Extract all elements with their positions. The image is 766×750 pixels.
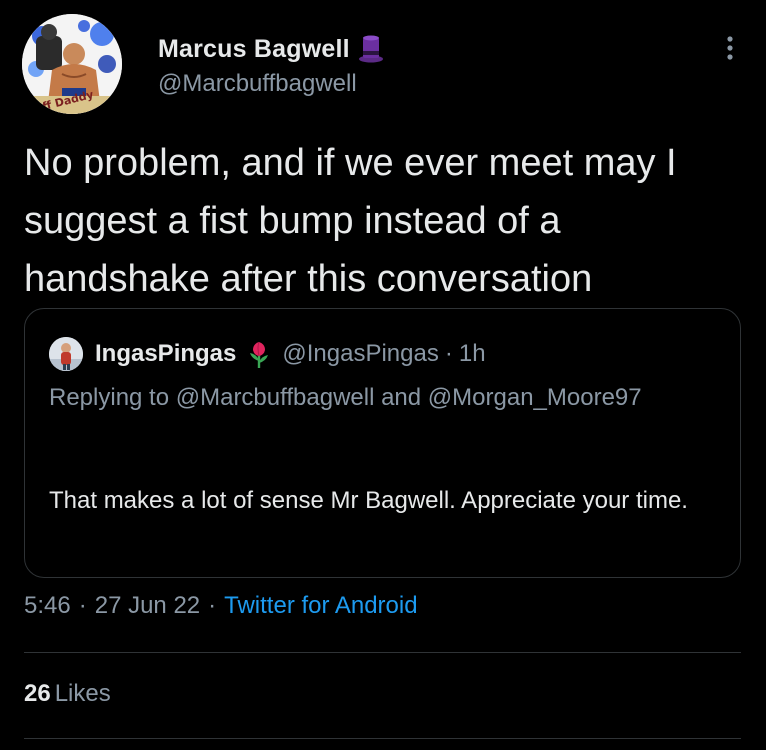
tweet-header: Buff Daddy Marcus Bagwell @Marcbuffbagwe…	[22, 14, 744, 114]
quoted-tweet-time[interactable]: 1h	[459, 340, 486, 368]
quoted-author-avatar[interactable]	[49, 337, 83, 371]
likes-count: 26	[24, 680, 51, 707]
separator-dot: ·	[444, 340, 453, 367]
separator-dot: ·	[208, 592, 217, 619]
replying-to-text: Replying to @Marcbuffbagwell and @Morgan…	[49, 384, 642, 411]
author-display-name[interactable]: Marcus Bagwell	[158, 35, 350, 64]
divider	[24, 738, 741, 739]
more-options-icon[interactable]	[720, 34, 740, 62]
author-avatar[interactable]: Buff Daddy	[22, 14, 122, 114]
tweet-time[interactable]: 5:46	[24, 592, 71, 619]
quoted-avatar-image	[49, 337, 83, 371]
quoted-author-display-name[interactable]: IngasPingas	[95, 340, 236, 368]
likes-stat[interactable]: 26 Likes	[24, 680, 111, 708]
avatar-image: Buff Daddy	[22, 14, 122, 114]
flower-icon	[246, 339, 272, 369]
quoted-author-handle[interactable]: @IngasPingas	[282, 340, 438, 368]
divider	[24, 652, 741, 653]
likes-label: Likes	[54, 680, 111, 707]
quoted-tweet-card[interactable]: IngasPingas @IngasPingas · 1h Replying t…	[24, 308, 741, 578]
quoted-tweet-text: That makes a lot of sense Mr Bagwell. Ap…	[49, 487, 688, 514]
separator-dot: ·	[78, 592, 87, 619]
tweet-date[interactable]: 27 Jun 22	[95, 592, 200, 619]
author-name-block: Marcus Bagwell @Marcbuffbagwell	[158, 32, 384, 98]
tweet-source-link[interactable]: Twitter for Android	[224, 592, 417, 619]
tweet-meta: 5:46 · 27 Jun 22 · Twitter for Android	[24, 592, 418, 620]
author-handle[interactable]: @Marcbuffbagwell	[158, 70, 384, 98]
top-hat-icon	[358, 34, 384, 64]
tweet-text: No problem, and if we ever meet may I su…	[24, 142, 677, 300]
quoted-tweet-header: IngasPingas @IngasPingas · 1h	[49, 337, 486, 371]
display-name-row: Marcus Bagwell	[158, 32, 384, 66]
